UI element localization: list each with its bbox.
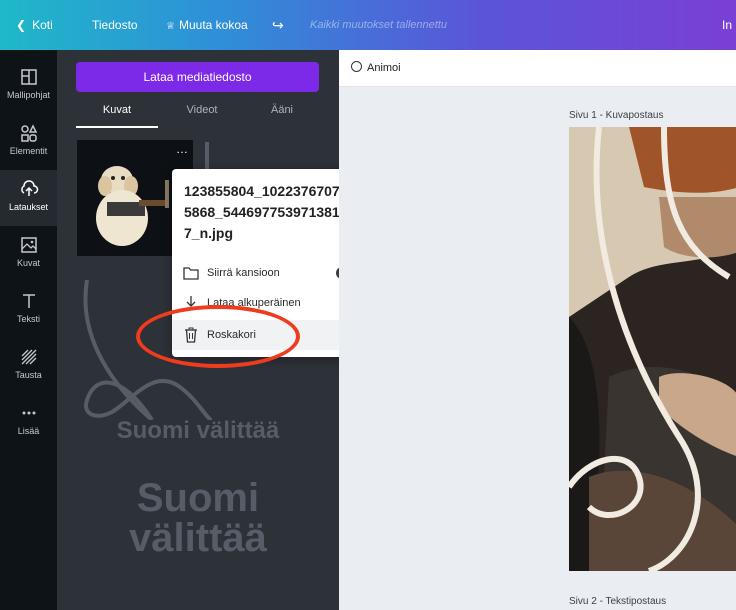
top-bar: ❮ Koti Tiedosto ♕ Muuta kokoa ↪ Kaikki muu… — [0, 0, 736, 50]
brand-text-block: Suomi välittää — [57, 478, 339, 558]
resize-label: Muuta kokoa — [178, 18, 248, 32]
design-canvas: Sivu 1 - Kuvapostaus Sivu 2 - Tekstipost… — [339, 87, 736, 610]
crown-icon: ♕ — [166, 21, 175, 32]
folder-icon — [183, 267, 199, 280]
upload-media-button[interactable]: Lataa mediatiedosto — [76, 62, 319, 92]
topbar-right-item[interactable]: In — [722, 0, 732, 50]
brand-text-word-1: Suomi — [136, 476, 260, 520]
page-1-label: Sivu 1 - Kuvapostaus — [569, 110, 664, 121]
resize-button[interactable]: ♕ Muuta kokoa — [166, 0, 248, 50]
rail-text[interactable]: Teksti — [0, 282, 57, 338]
template-icon — [20, 69, 37, 85]
sweater-dog-photo — [569, 127, 736, 571]
save-status: Kaikki muutokset tallennettu — [310, 19, 447, 31]
rail-uploads[interactable]: Lataukset — [0, 170, 57, 226]
tab-images[interactable]: Kuvat — [76, 104, 158, 128]
animate-label: Animoi — [367, 62, 401, 74]
rail-label: Lisää — [17, 426, 40, 436]
highlight-annotation — [136, 305, 300, 368]
tab-videos[interactable]: Videot — [167, 104, 237, 128]
rail-background[interactable]: Tausta — [0, 338, 57, 394]
rail-more[interactable]: Lisää — [0, 394, 57, 450]
page-2-label: Sivu 2 - Tekstipostaus — [569, 596, 667, 607]
tab-audio[interactable]: Ääni — [252, 104, 312, 128]
rail-templates[interactable]: Mallipohjat — [0, 58, 57, 114]
undo-icon[interactable]: ↪ — [272, 0, 284, 50]
rail-label: Teksti — [16, 314, 40, 324]
editor-toolbar: Animoi — [339, 50, 736, 87]
rail-label: Elementit — [9, 146, 48, 156]
rail-label: Tausta — [15, 370, 42, 380]
home-label: Koti — [32, 18, 53, 32]
rail-photos[interactable]: Kuvat — [0, 226, 57, 282]
text-icon — [22, 294, 35, 308]
brand-text-line: Suomi välittää — [116, 417, 280, 444]
animate-icon — [351, 61, 362, 72]
file-name: 123855804_10223767073115868_544697753971… — [184, 183, 364, 241]
rail-label: Mallipohjat — [6, 90, 51, 100]
animate-button[interactable]: Animoi — [351, 61, 401, 74]
brand-text-word-2: välittää — [129, 516, 267, 560]
file-menu[interactable]: Tiedosto — [92, 0, 138, 50]
more-options-icon[interactable]: … — [175, 143, 189, 156]
image-icon — [20, 237, 37, 253]
menu-item-label: Siirrä kansioon — [207, 267, 280, 279]
rail-elements[interactable]: Elementit — [0, 114, 57, 170]
active-tab-indicator — [76, 126, 158, 128]
home-button[interactable]: ❮ Koti — [16, 0, 53, 50]
rail-label: Kuvat — [16, 258, 40, 268]
chevron-left-icon: ❮ — [16, 18, 27, 32]
side-rail: Mallipohjat Elementit Lataukset Kuvat Te… — [0, 50, 57, 610]
page-1-design[interactable] — [569, 127, 736, 571]
upload-cloud-icon — [20, 180, 38, 196]
pattern-icon — [21, 349, 36, 365]
more-icon — [22, 411, 35, 415]
rail-label: Lataukset — [8, 202, 49, 212]
shapes-icon — [20, 124, 37, 142]
